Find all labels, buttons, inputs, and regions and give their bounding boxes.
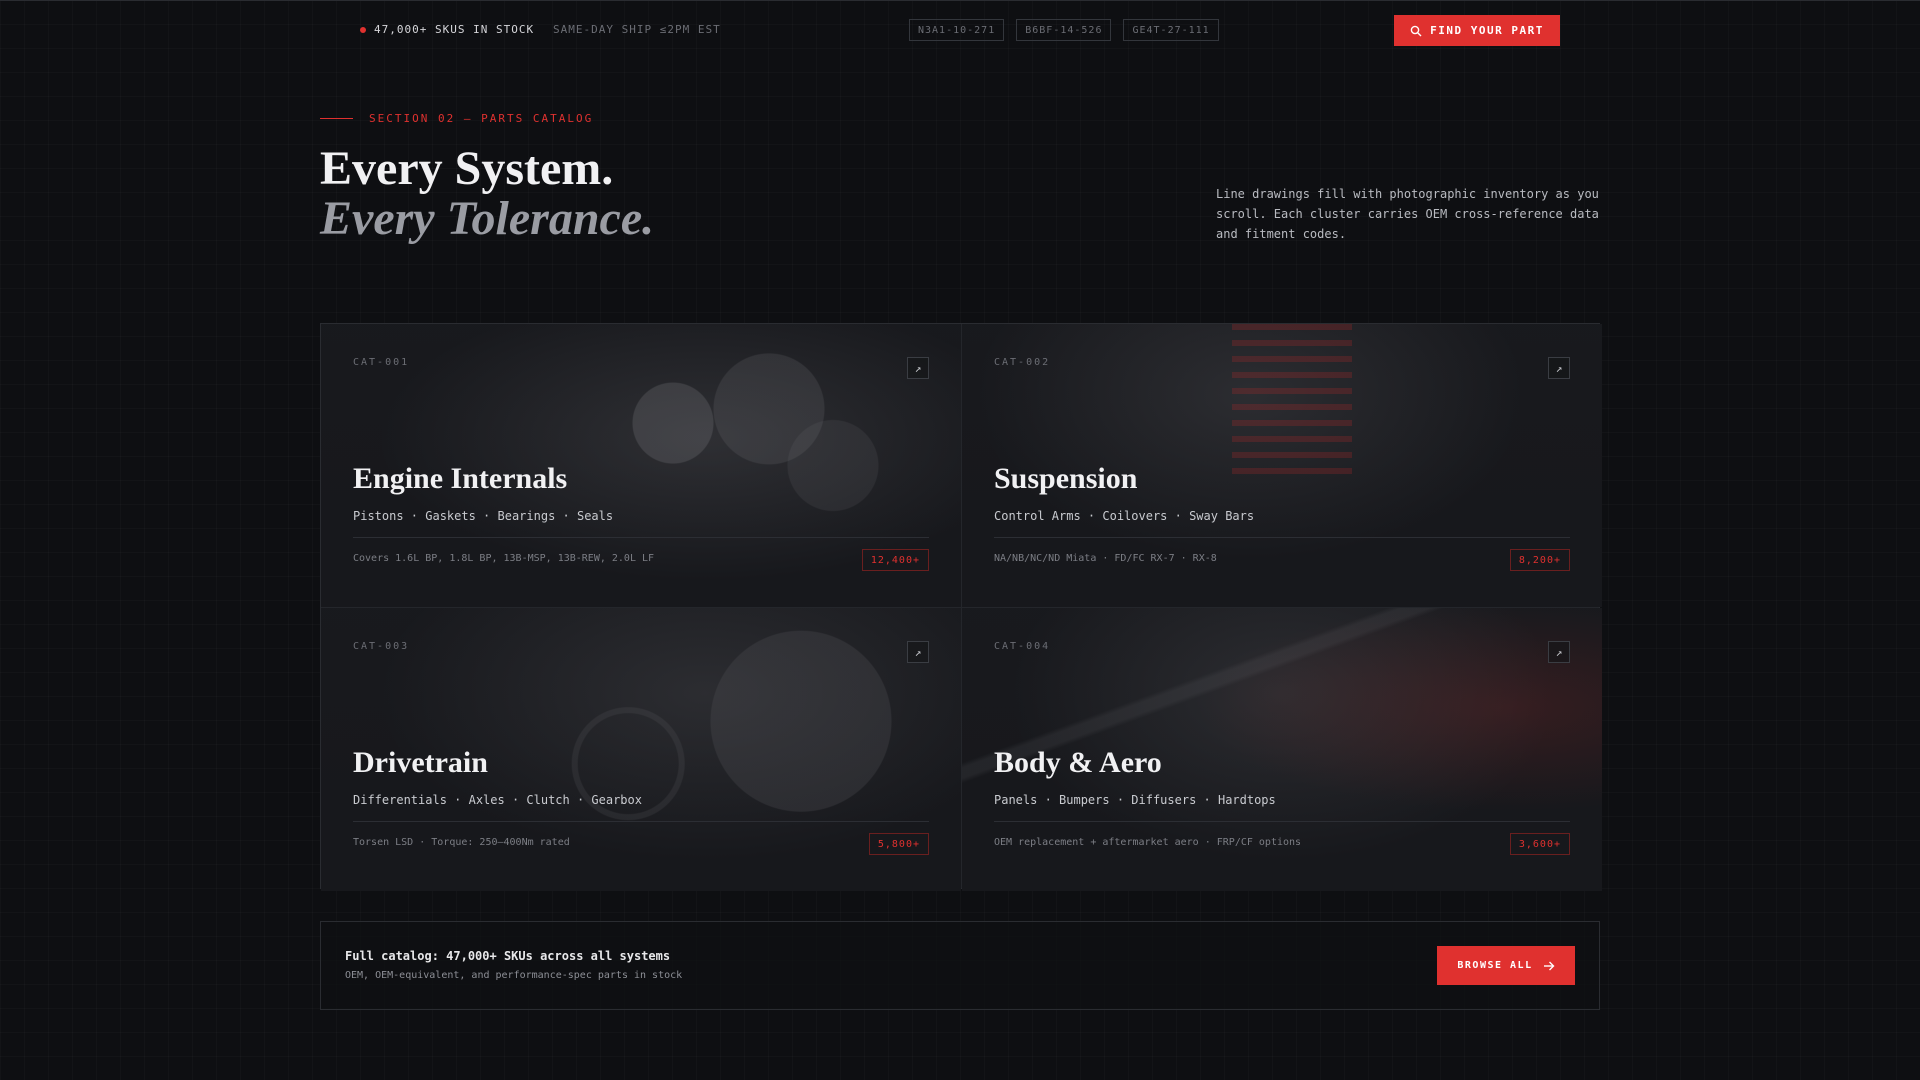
top-bar: 47,000+ SKUS IN STOCK SAME-DAY SHIP ≤2PM… [0,0,1920,58]
divider [353,537,929,538]
category-id: CAT-001 [353,357,410,368]
category-id: CAT-002 [994,357,1051,368]
part-code[interactable]: GE4T-27-111 [1123,19,1219,41]
category-meta: Torsen LSD · Torque: 250–400Nm rated [353,837,570,848]
category-tags: Panels · Bumpers · Diffusers · Hardtops [994,793,1276,807]
category-card-drivetrain[interactable]: CAT-003 ↗ Drivetrain Differentials · Axl… [321,608,961,891]
category-tags: Pistons · Gaskets · Bearings · Seals [353,509,614,523]
category-title: Body & Aero [994,746,1162,779]
category-id: CAT-003 [353,641,410,652]
status-dot-icon [360,26,366,33]
category-grid: CAT-001 ↗ Engine Internals Pistons · Gas… [320,323,1602,891]
category-count-badge: 3,600+ [1509,833,1570,855]
arrow-up-right-icon[interactable]: ↗ [1548,641,1570,663]
part-code[interactable]: B6BF-14-526 [1016,19,1112,41]
category-title: Drivetrain [353,746,488,779]
shipping-info: SAME-DAY SHIP ≤2PM EST [553,23,721,36]
hero-description: Line drawings fill with photographic inv… [1216,187,1599,241]
stock-status: 47,000+ SKUS IN STOCK [360,23,534,36]
category-meta: NA/NB/NC/ND Miata · FD/FC RX-7 · RX-8 [994,553,1217,564]
arrow-up-right-icon[interactable]: ↗ [1548,357,1570,379]
category-id: CAT-004 [994,641,1051,652]
divider [353,821,929,822]
divider [994,821,1570,822]
category-tags: Differentials · Axles · Clutch · Gearbox [353,793,642,807]
stock-text: 47,000+ SKUS IN STOCK [374,23,535,36]
browse-button-label: BROWSE ALL [1457,960,1533,971]
section-label-line [320,118,353,119]
category-count-badge: 8,200+ [1509,549,1570,571]
arrow-up-right-icon[interactable]: ↗ [907,641,929,663]
title-line-1: Every System. [320,142,614,195]
section-label: SECTION 02 — PARTS CATALOG [320,112,593,125]
category-meta: OEM replacement + aftermarket aero · FRP… [994,837,1302,848]
section-label-text: SECTION 02 — PARTS CATALOG [369,112,594,125]
category-card-body-aero[interactable]: CAT-004 ↗ Body & Aero Panels · Bumpers ·… [962,608,1602,891]
title-line-2: Every Tolerance. [320,192,655,245]
category-count-badge: 5,800+ [868,833,929,855]
arrow-right-icon [1543,961,1555,970]
find-button-label: FIND YOUR PART [1430,24,1544,37]
arrow-up-right-icon[interactable]: ↗ [907,357,929,379]
page-title: Every System. Every Tolerance. [320,144,654,244]
browse-all-button[interactable]: BROWSE ALL [1437,946,1575,985]
category-tags: Control Arms · Coilovers · Sway Bars [994,509,1255,523]
divider [994,537,1570,538]
category-count-badge: 12,400+ [861,549,929,571]
part-codes: N3A1-10-271 B6BF-14-526 GE4T-27-111 [909,19,1219,41]
search-icon [1410,25,1422,36]
part-code[interactable]: N3A1-10-271 [909,19,1005,41]
category-title: Suspension [994,462,1138,495]
category-title: Engine Internals [353,462,568,495]
footer-title: Full catalog: 47,000+ SKUs across all sy… [345,949,671,963]
category-card-engine-internals[interactable]: CAT-001 ↗ Engine Internals Pistons · Gas… [321,324,961,607]
footer-subtitle: OEM, OEM-equivalent, and performance-spe… [345,970,683,981]
find-your-part-button[interactable]: FIND YOUR PART [1394,15,1560,46]
category-card-suspension[interactable]: CAT-002 ↗ Suspension Control Arms · Coil… [962,324,1602,607]
catalog-footer: Full catalog: 47,000+ SKUs across all sy… [320,921,1600,1010]
category-meta: Covers 1.6L BP, 1.8L BP, 13B-MSP, 13B-RE… [353,553,655,564]
